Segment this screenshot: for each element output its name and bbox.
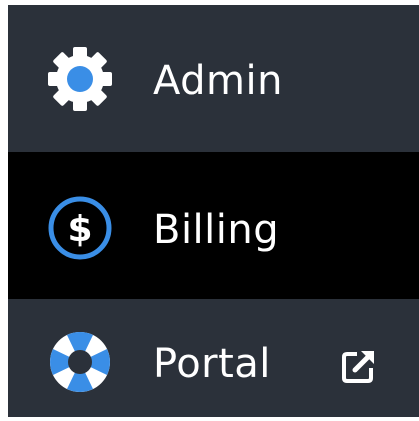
svg-text:$: $ (67, 209, 92, 250)
sidebar-item-label: Admin (153, 58, 283, 104)
sidebar-item-portal[interactable]: Portal (8, 299, 419, 417)
dollar-icon: $ (46, 194, 114, 262)
sidebar-item-admin[interactable]: Admin (8, 5, 419, 152)
sidebar-menu: Admin $ Billing Portal (8, 5, 419, 417)
gear-icon (46, 45, 114, 113)
sidebar-item-label: Billing (153, 207, 280, 253)
lifebuoy-icon (46, 328, 114, 396)
external-link-icon[interactable] (341, 348, 377, 384)
sidebar-item-billing[interactable]: $ Billing (8, 152, 419, 299)
sidebar-item-label: Portal (153, 341, 271, 387)
